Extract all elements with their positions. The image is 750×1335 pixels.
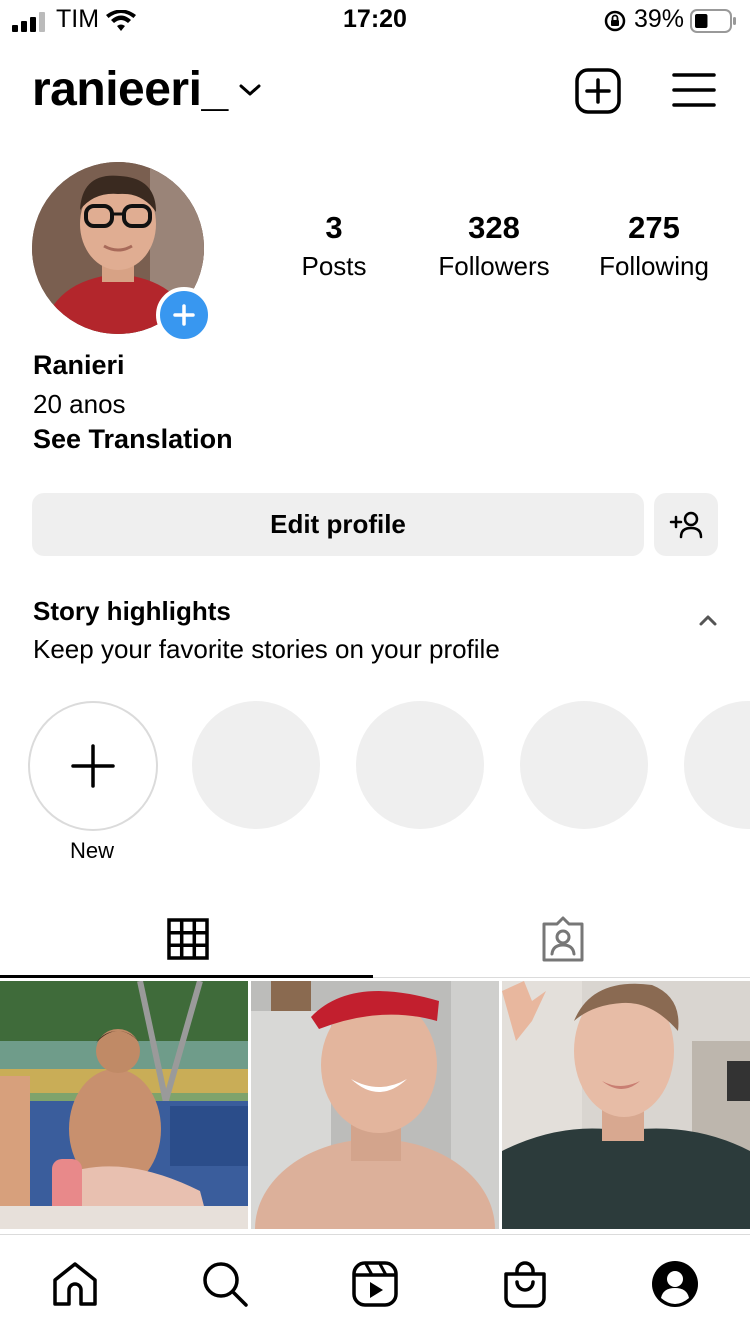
username-title[interactable]: ranieeri_ [32,62,228,117]
new-highlight-label: New [69,838,114,863]
followers-count: 328 [468,210,520,245]
highlight-placeholder [356,701,484,829]
posts-stat[interactable]: 3 Posts [259,210,409,282]
post-thumbnail[interactable] [251,981,499,1229]
battery-icon [690,9,736,33]
highlights-subtitle: Keep your favorite stories on your profi… [33,634,500,664]
post-thumbnail[interactable] [502,981,750,1229]
home-icon [53,1262,97,1306]
posts-count: 3 [325,210,343,245]
search-icon [203,1262,248,1307]
add-story-button[interactable] [156,287,212,343]
tab-posts-grid[interactable] [0,900,375,978]
grid-icon [166,918,209,960]
nav-profile[interactable] [600,1254,750,1314]
highlight-placeholder [520,701,648,829]
edit-profile-button[interactable]: Edit profile [32,493,644,556]
plus-icon [71,744,115,788]
add-person-icon [669,511,703,538]
see-translation-link[interactable]: See Translation [33,424,233,455]
shop-icon [504,1261,546,1308]
new-highlight-button[interactable] [28,701,158,831]
profile-icon [652,1261,698,1307]
highlight-placeholder [684,701,750,829]
highlight-placeholder [192,701,320,829]
followers-stat[interactable]: 328 Followers [419,210,569,282]
post-thumbnail[interactable] [0,981,248,1229]
chevron-down-icon[interactable] [238,82,262,98]
post-image [502,981,750,1229]
tagged-icon [542,916,583,962]
post-image [0,981,248,1229]
chevron-up-icon[interactable] [696,608,720,632]
discover-people-button[interactable] [654,493,718,556]
following-stat[interactable]: 275 Following [579,210,729,282]
profile-name: Ranieri [33,350,125,380]
nav-reels[interactable] [300,1254,450,1314]
menu-icon[interactable] [672,72,716,108]
active-tab-indicator [0,975,373,978]
battery-percent: 39% [634,5,685,33]
tab-tagged[interactable] [375,900,750,978]
plus-icon [173,304,195,326]
highlights-title: Story highlights [33,596,231,626]
reels-icon [352,1261,398,1307]
status-bar: TIM 17:20 39% [0,0,750,44]
following-label: Following [599,251,709,281]
posts-label: Posts [301,251,367,281]
followers-label: Followers [438,251,550,281]
nav-search[interactable] [150,1254,300,1314]
nav-home[interactable] [0,1254,150,1314]
following-count: 275 [628,210,680,245]
nav-shop[interactable] [450,1254,600,1314]
new-post-icon[interactable] [575,68,621,114]
profile-bio: 20 anos [33,389,126,419]
post-image [251,981,499,1229]
rotation-lock-icon [604,10,626,32]
